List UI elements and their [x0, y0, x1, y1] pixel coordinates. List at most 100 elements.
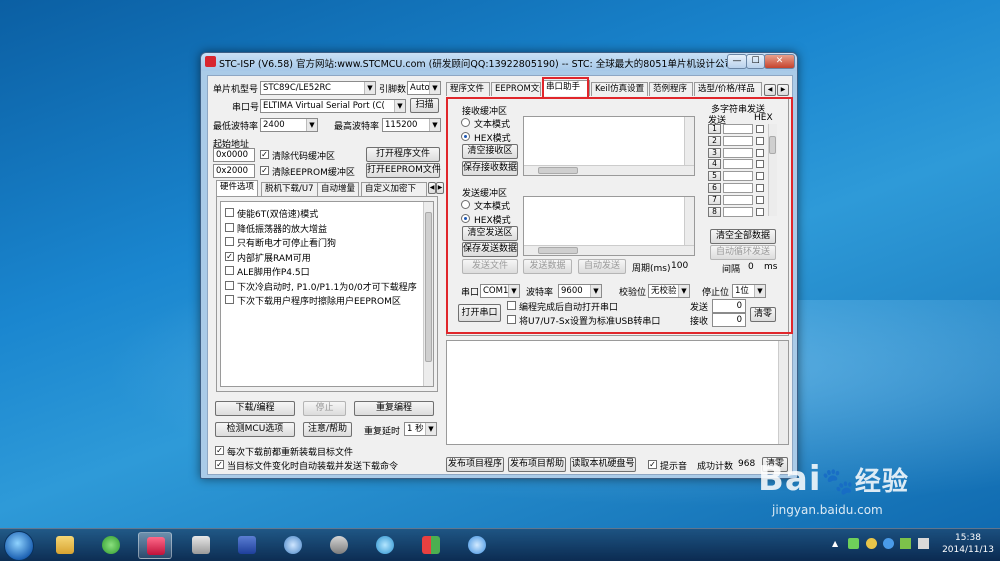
tab-custom-encrypt[interactable]: 自定义加密下 [361, 182, 427, 196]
keil-taskbar-icon[interactable] [230, 532, 264, 559]
hardware-option-checkbox[interactable] [225, 295, 234, 304]
publish-help-button[interactable]: 发布项目帮助 [508, 457, 566, 472]
app-taskbar-icon-2[interactable] [322, 532, 356, 559]
hardware-option-checkbox[interactable] [225, 237, 234, 246]
hardware-option-checkbox[interactable]: ✓ [225, 251, 234, 261]
tab-scroll-right-icon[interactable]: ▶ [777, 84, 789, 96]
close-button[interactable]: ✕ [764, 54, 795, 69]
volume-icon[interactable] [918, 538, 929, 549]
hardware-option-checkbox[interactable] [225, 280, 234, 290]
baidu-watermark: Bai🐾经验 [758, 459, 909, 499]
hardware-option-label: ALE脚用作P4.5口 [237, 268, 310, 278]
download-button[interactable]: 下载/编程 [215, 401, 295, 416]
repeat-delay-value: 1 秒 [407, 424, 424, 434]
mcu-type-select[interactable]: STC89C/LE52RC ▼ [260, 81, 376, 95]
right-tab[interactable]: EEPROM文件 [491, 82, 541, 96]
scan-button[interactable]: 扫描 [410, 98, 439, 113]
app-taskbar-icon-4[interactable] [414, 532, 448, 559]
stc-isp-taskbar-icon[interactable] [138, 532, 172, 559]
mcu-type-value: STC89C/LE52RC [263, 83, 331, 93]
app-icon [205, 56, 216, 67]
stc-isp-window: STC-ISP (V6.58) 官方网站:www.STCMCU.com (研发顾… [200, 52, 798, 479]
clear-code-label: 清除代码缓冲区 [272, 152, 336, 162]
reload-each-time-checkbox[interactable]: ✓ [215, 446, 224, 455]
stop-button[interactable]: 停止 [303, 401, 346, 416]
media-taskbar-icon[interactable] [94, 532, 128, 559]
clear-eeprom-checkbox[interactable]: ✓ [260, 166, 269, 175]
tab-auto-increment[interactable]: 自动增量 [317, 182, 360, 196]
port-select[interactable]: ELTIMA Virtual Serial Port (C(▼ [260, 99, 406, 113]
right-tab[interactable]: 选型/价格/样品 [694, 82, 762, 96]
app-taskbar-icon-5[interactable] [460, 532, 494, 559]
tab-hardware-options[interactable]: 硬件选项 [216, 180, 259, 196]
reprogram-button[interactable]: 重复编程 [354, 401, 434, 416]
pins-select[interactable]: Auto ▼ [407, 81, 441, 95]
auto-reload-checkbox[interactable]: ✓ [215, 460, 224, 469]
hardware-option-label: 内部扩展RAM可用 [237, 253, 311, 264]
repeat-delay-label: 重复延时 [364, 427, 401, 437]
tray-icon-3[interactable] [883, 538, 894, 549]
watermark-url: jingyan.baidu.com [772, 503, 883, 517]
right-tab[interactable]: 范例程序 [649, 82, 693, 96]
open-program-file-button[interactable]: 打开程序文件 [366, 147, 440, 162]
tray-icon-1[interactable] [848, 538, 859, 549]
watermark-brand2: 经验 [854, 467, 909, 497]
tray-icon-2[interactable] [866, 538, 877, 549]
min-baud-select[interactable]: 2400 ▼ [260, 118, 318, 132]
options-scrollbar[interactable] [423, 202, 433, 386]
clock-date: 2014/11/13 [942, 545, 994, 555]
min-baud-value: 2400 [263, 120, 285, 130]
right-tab[interactable]: 程序文件 [446, 82, 490, 96]
start-addr-field-1[interactable]: 0x0000 [213, 148, 255, 162]
title-bar[interactable]: STC-ISP (V6.58) 官方网站:www.STCMCU.com (研发顾… [201, 53, 797, 71]
repeat-delay-select[interactable]: 1 秒 ▼ [404, 422, 437, 436]
tray-expand-icon[interactable]: ▲ [832, 539, 838, 548]
mcu-type-label: 单片机型号 [213, 85, 259, 95]
log-scrollbar[interactable] [778, 341, 788, 444]
minimize-button[interactable]: — [727, 54, 747, 69]
publish-program-button[interactable]: 发布项目程序 [446, 457, 504, 472]
success-label: 成功计数 [697, 462, 734, 472]
start-button[interactable] [4, 531, 34, 561]
auto-reload-label: 当目标文件变化时自动装载并发送下载命令 [227, 462, 399, 472]
chevron-down-icon: ▼ [306, 119, 317, 131]
app-taskbar-icon-1[interactable] [184, 532, 218, 559]
maximize-button[interactable]: ☐ [746, 54, 765, 69]
taskbar-clock[interactable]: 15:38 2014/11/13 [940, 532, 996, 556]
chevron-down-icon: ▼ [364, 82, 375, 94]
help-button[interactable]: 注意/帮助 [303, 422, 352, 437]
hardware-option-checkbox[interactable] [225, 208, 234, 217]
hardware-option-label: 下次冷启动时, P1.0/P1.1为0/0才可下载程序 [237, 282, 417, 293]
window-client: 单片机型号 STC89C/LE52RC ▼ 引脚数 Auto ▼ 串口号 ELTIM… [207, 75, 793, 475]
check-mcu-button[interactable]: 检测MCU选项 [215, 422, 295, 437]
hardware-option-checkbox[interactable] [225, 266, 234, 275]
scroll-thumb[interactable] [425, 212, 432, 362]
highlight-tab-box [542, 77, 589, 99]
tab-scroll-right-icon[interactable]: ▶ [436, 182, 444, 194]
browser-taskbar-icon[interactable] [276, 532, 310, 559]
read-disk-button[interactable]: 读取本机硬盘号 [570, 457, 636, 472]
app-taskbar-icon-3[interactable] [368, 532, 402, 559]
explorer-taskbar-icon[interactable] [48, 532, 82, 559]
open-eeprom-file-button[interactable]: 打开EEPROM文件 [366, 163, 441, 178]
chevron-down-icon: ▼ [429, 82, 440, 94]
network-icon[interactable] [900, 538, 911, 549]
chevron-down-icon: ▼ [429, 119, 440, 131]
min-baud-label: 最低波特率 [213, 122, 259, 132]
watermark-brand: Bai [758, 459, 822, 499]
max-baud-select[interactable]: 115200 ▼ [382, 118, 441, 132]
output-log[interactable] [446, 340, 789, 445]
hardware-options-panel: 使能6T(双倍速)模式 降低振荡器的放大增益 只有断电才可停止看门狗 ✓ 内部扩展RAM… [216, 196, 438, 392]
tab-offline-download[interactable]: 脱机下载/U7 [261, 182, 318, 196]
highlight-panel-box [446, 97, 793, 334]
tab-scroll-left-icon[interactable]: ◀ [764, 84, 776, 96]
clock-time: 15:38 [955, 533, 981, 543]
clear-eeprom-label: 清除EEPROM缓冲区 [272, 168, 355, 178]
clear-code-checkbox[interactable]: ✓ [260, 150, 269, 159]
hardware-option-checkbox[interactable] [225, 222, 234, 232]
right-tab[interactable]: Keil仿真设置 [591, 82, 648, 96]
tab-scroll-left-icon[interactable]: ◀ [428, 182, 436, 194]
reload-each-time-label: 每次下载前都重新装载目标文件 [227, 448, 354, 458]
start-addr-field-2[interactable]: 0x2000 [213, 164, 255, 178]
beep-checkbox[interactable]: ✓ [648, 460, 657, 469]
